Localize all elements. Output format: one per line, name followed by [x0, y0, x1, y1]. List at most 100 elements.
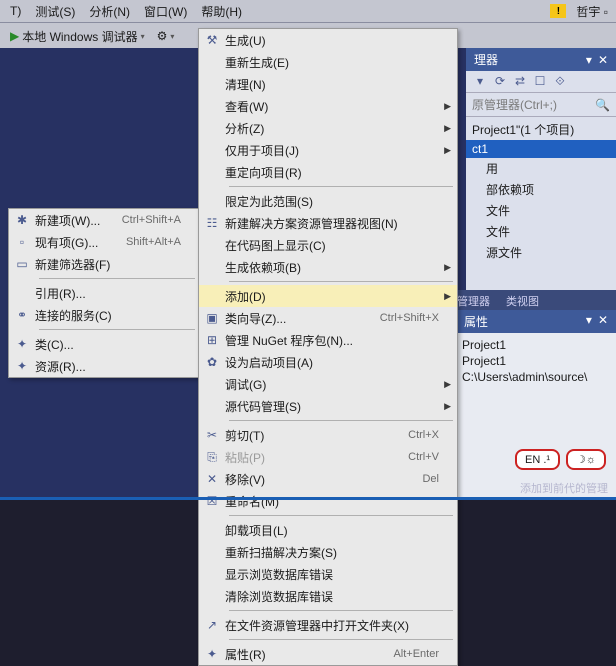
menu-item[interactable]: 引用(R)... — [9, 282, 199, 304]
tool-icon[interactable]: ▾ — [472, 74, 488, 89]
tree-item[interactable]: 用 — [466, 158, 616, 179]
menu-item[interactable]: ✱新建项(W)...Ctrl+Shift+A — [9, 209, 199, 231]
project-node[interactable]: ct1 — [466, 140, 616, 158]
shortcut: Ctrl+Shift+A — [122, 214, 199, 226]
context-submenu: ✱新建项(W)...Ctrl+Shift+A▫现有项(G)...Shift+Al… — [8, 208, 200, 378]
menu-item-label: 添加(D) — [225, 288, 444, 305]
submenu-arrow-icon: ▶ — [444, 401, 457, 412]
menu-item[interactable]: 重新生成(E) — [199, 51, 457, 73]
menu-item-label: 重新扫描解决方案(S) — [225, 544, 457, 561]
menu-item-label: 新建项(W)... — [35, 212, 122, 229]
menu-item[interactable]: 显示浏览数据库错误 — [199, 563, 457, 585]
menu-item[interactable]: ✦属性(R)Alt+Enter — [199, 643, 457, 665]
menu-item[interactable]: 在代码图上显示(C) — [199, 234, 457, 256]
search-box[interactable]: 原管理器(Ctrl+;)🔍 — [466, 93, 616, 117]
menu-item[interactable]: 生成依赖项(B)▶ — [199, 256, 457, 278]
lang-badge[interactable]: EN .¹ — [515, 449, 560, 470]
shortcut: Ctrl+X — [408, 429, 457, 441]
close-icon[interactable]: ✕ — [598, 313, 608, 330]
menu-item-label: 属性(R) — [225, 646, 393, 663]
menu-item[interactable]: 重新扫描解决方案(S) — [199, 541, 457, 563]
prop-row[interactable]: C:\Users\admin\source\ — [462, 369, 610, 385]
menu-item-label: 源代码管理(S) — [225, 398, 444, 415]
menu-item-label: 资源(R)... — [35, 358, 199, 375]
menu-item[interactable]: 分析(N) — [83, 1, 136, 22]
menu-item[interactable]: 源代码管理(S)▶ — [199, 395, 457, 417]
solution-explorer: 理器▾✕ ▾⟳⇄☐⟐ 原管理器(Ctrl+;)🔍 Project1"(1 个项目… — [466, 48, 616, 290]
tool-icon[interactable]: ⟳ — [492, 74, 508, 89]
menu-item-label: 生成(U) — [225, 32, 457, 49]
tab[interactable]: 类视图 — [498, 290, 547, 310]
menu-item[interactable]: 限定为此范围(S) — [199, 190, 457, 212]
menu-item-icon: ✿ — [199, 355, 225, 369]
menu-item[interactable]: 卸载项目(L) — [199, 519, 457, 541]
menu-item-label: 重定向项目(R) — [225, 164, 457, 181]
menu-item-label: 移除(V) — [225, 471, 422, 488]
menu-item[interactable]: ✦类(C)... — [9, 333, 199, 355]
tree-item[interactable]: 文件 — [466, 200, 616, 221]
dropdown-icon[interactable]: ▾ — [586, 53, 592, 67]
menu-item-icon: ▫ — [9, 235, 35, 249]
menu-item[interactable]: 添加(D)▶ — [199, 285, 457, 307]
tree-item[interactable]: 文件 — [466, 221, 616, 242]
tree-item[interactable]: 源文件 — [466, 242, 616, 263]
shortcut: Ctrl+Shift+X — [380, 312, 457, 324]
menu-item[interactable]: 仅用于项目(J)▶ — [199, 139, 457, 161]
solution-node[interactable]: Project1"(1 个项目) — [466, 119, 616, 140]
shortcut: Del — [422, 473, 457, 485]
menu-item[interactable]: ▣类向导(Z)...Ctrl+Shift+X — [199, 307, 457, 329]
menu-item[interactable]: 调试(G)▶ — [199, 373, 457, 395]
menu-item[interactable]: 分析(Z)▶ — [199, 117, 457, 139]
tool-icon[interactable]: ☐ — [532, 74, 548, 89]
menu-item[interactable]: 窗口(W) — [138, 1, 193, 22]
menu-item[interactable]: ✂剪切(T)Ctrl+X — [199, 424, 457, 446]
prop-row[interactable]: Project1 — [462, 337, 610, 353]
toolbar-button[interactable]: ⚙ ▾ — [151, 29, 181, 43]
menu-item[interactable]: ✿设为启动项目(A) — [199, 351, 457, 373]
user-label[interactable]: 哲宇 ▫ — [568, 3, 616, 20]
pane-title: 理器▾✕ — [466, 48, 616, 71]
theme-badge[interactable]: ☽☼ — [566, 449, 606, 470]
context-menu: ⚒生成(U)重新生成(E)清理(N)查看(W)▶分析(Z)▶仅用于项目(J)▶重… — [198, 28, 458, 666]
menu-item[interactable]: 查看(W)▶ — [199, 95, 457, 117]
menu-item[interactable]: ☷新建解决方案资源管理器视图(N) — [199, 212, 457, 234]
menu-item[interactable]: ⚭连接的服务(C) — [9, 304, 199, 326]
menu-item[interactable]: 帮助(H) — [195, 1, 248, 22]
menu-item-label: 查看(W) — [225, 98, 444, 115]
menu-item[interactable]: 清理(N) — [199, 73, 457, 95]
menu-item-icon: ✂ — [199, 428, 225, 442]
close-icon[interactable]: ✕ — [598, 53, 608, 67]
menu-item[interactable]: ✕移除(V)Del — [199, 468, 457, 490]
menu-item[interactable]: ↗在文件资源管理器中打开文件夹(X) — [199, 614, 457, 636]
menu-item[interactable]: 清除浏览数据库错误 — [199, 585, 457, 607]
menu-item[interactable]: ✦资源(R)... — [9, 355, 199, 377]
menu-item[interactable]: ⎘粘贴(P)Ctrl+V — [199, 446, 457, 468]
menu-item-icon: ⚭ — [9, 308, 35, 322]
menu-item[interactable]: 测试(S) — [29, 1, 81, 22]
menu-item-label: 剪切(T) — [225, 427, 408, 444]
submenu-arrow-icon: ▶ — [444, 262, 457, 273]
menu-item-icon: ✦ — [9, 337, 35, 351]
menu-item-icon: ✦ — [199, 647, 225, 661]
menu-item[interactable]: ⊞管理 NuGet 程序包(N)... — [199, 329, 457, 351]
submenu-arrow-icon: ▶ — [444, 291, 457, 302]
warning-icon[interactable]: ! — [550, 4, 566, 18]
menu-item[interactable]: ▫现有项(G)...Shift+Alt+A — [9, 231, 199, 253]
menu-item-label: 现有项(G)... — [35, 234, 126, 251]
menu-item-label: 重新生成(E) — [225, 54, 457, 71]
tool-icon[interactable]: ⟐ — [552, 74, 568, 89]
menu-item[interactable]: ☒重命名(M) — [199, 490, 457, 512]
menu-item-label: 清除浏览数据库错误 — [225, 588, 457, 605]
dropdown-icon[interactable]: ▾ — [586, 313, 592, 330]
tool-icon[interactable]: ⇄ — [512, 74, 528, 89]
menu-item[interactable]: ▭新建筛选器(F) — [9, 253, 199, 275]
tree-item[interactable]: 部依赖项 — [466, 179, 616, 200]
menu-item-icon: ⚒ — [199, 33, 225, 47]
menu-item-label: 在代码图上显示(C) — [225, 237, 457, 254]
menu-item[interactable]: ⚒生成(U) — [199, 29, 457, 51]
debugger-dropdown[interactable]: ▶本地 Windows 调试器 ▾ — [4, 28, 151, 45]
prop-row[interactable]: Project1 — [462, 353, 610, 369]
menu-item[interactable]: T) — [4, 2, 27, 20]
menu-item[interactable]: 重定向项目(R) — [199, 161, 457, 183]
menu-item-label: 仅用于项目(J) — [225, 142, 444, 159]
